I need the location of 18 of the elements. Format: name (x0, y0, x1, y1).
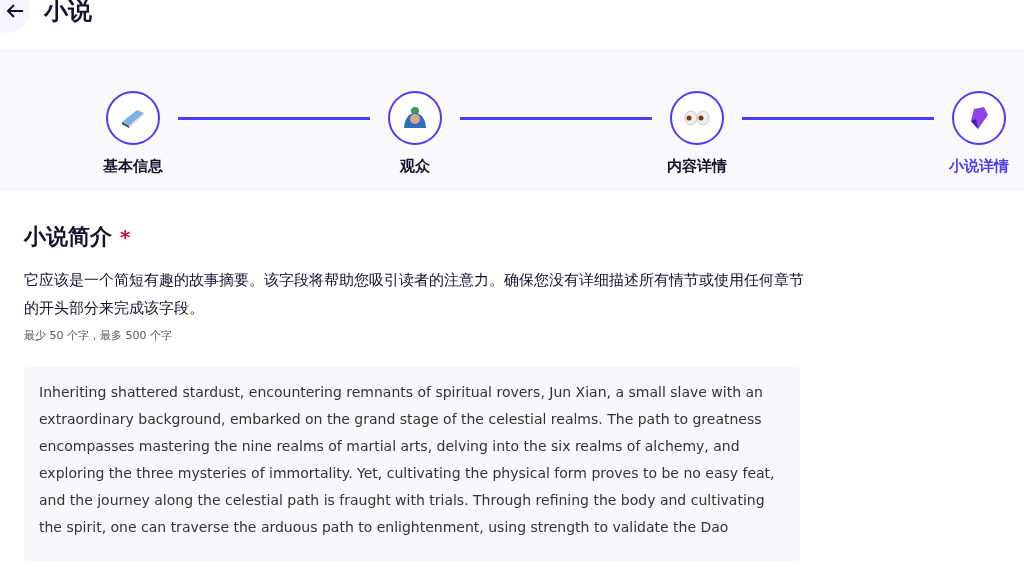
back-arrow-icon (6, 3, 24, 19)
required-mark: * (120, 225, 131, 249)
step-tab[interactable]: 观众 (400, 157, 430, 176)
length-hint: 最少 50 个字，最多 500 个字 (24, 328, 173, 343)
synopsis-field[interactable]: Inheriting shattered stardust, encountering remnants of spiritual rovers, Jun Xian, a small slave with an extraordinary background, embarked on the grand stage of the celestial realms. The path to greatness encompasses mastering the nine realms of martial arts, delving into the six realms of alchemy, and exploring the three mysteries of immortality. Yet, cultivating the physical form proves to be no easy feat, and the journey along the celestial path is fraught with trials. Through refining the body and cultivating the spirit, one can traverse the arduous path to enlightenment, using strength to validate the Dao (24, 367, 800, 561)
step-circle[interactable] (952, 91, 1006, 145)
step-tab[interactable]: 小说详情 (949, 157, 1009, 176)
step-circle[interactable] (388, 91, 442, 145)
section-title: 小说简介 (24, 223, 112, 251)
step-tab[interactable]: 基本信息 (103, 157, 163, 176)
person-icon (402, 106, 428, 130)
section-description: 它应该是一个简短有趣的故事摘要。该字段将帮助您吸引读者的注意力。确保您没有详细描述所有情节或使用任何章节的开头部分来完成该字段。 (24, 270, 804, 319)
crystal-icon (968, 105, 990, 131)
book-icon (120, 107, 146, 129)
step-circle[interactable] (670, 91, 724, 145)
step-tab[interactable]: 内容详情 (667, 157, 727, 176)
step-circle[interactable] (106, 91, 160, 145)
eyes-icon (684, 110, 710, 126)
